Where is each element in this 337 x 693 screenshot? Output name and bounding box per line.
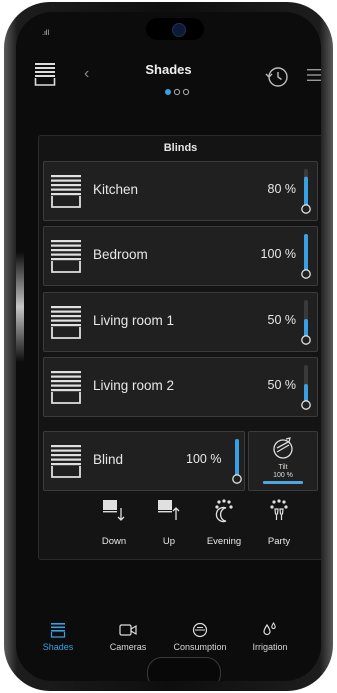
page-dot [173,88,181,96]
slider-fill [304,234,308,272]
blind-icon [50,305,82,344]
screen: .ıll ‹ Shades Blinds Kitchen 80 % Bedroo… [16,12,321,681]
history-clock-icon[interactable] [264,65,290,94]
slider-fill [304,176,308,207]
scene-up-button[interactable]: Up [144,498,194,547]
blind-row-slider[interactable] [299,167,313,220]
tilt-tile[interactable]: Tilt 100 % [248,431,318,491]
camera-lens [172,23,186,37]
blind-row[interactable]: Bedroom 100 % [43,226,318,286]
shades-icon [24,622,92,638]
slider-knob [301,269,311,279]
blind-row-label: Living room 2 [93,378,175,393]
nav-label: Irrigation [252,642,288,652]
panel-title: Blinds [163,142,198,154]
scene-label: Party [267,536,291,547]
home-indicator[interactable] [147,657,221,681]
blind-row[interactable]: Kitchen 80 % [43,161,318,221]
blind-row-value: 100 % [260,247,296,261]
scene-label: Down [101,536,127,547]
page-indicator[interactable] [164,83,190,101]
scene-label: Evening [206,536,242,547]
blind-row-label: Living room 1 [93,313,175,328]
blind-row-value: 80 % [267,182,297,196]
blind-row-label: Bedroom [93,247,148,262]
scene-down-button[interactable]: Down [89,498,139,547]
blind-icon [50,370,82,409]
nav-cameras[interactable]: Cameras [94,622,162,652]
blind-row-value: 50 % [267,313,297,327]
water-drops-icon [236,622,304,638]
blind-icon [50,444,82,483]
blind-row-slider[interactable] [299,298,313,351]
nav-consumption[interactable]: Consumption [166,622,234,652]
signal-indicator: .ıll [42,30,49,37]
meter-icon [166,622,234,638]
blind-row-label: Kitchen [93,182,139,197]
page-dot [182,88,190,96]
tilt-icon [272,437,294,466]
scene-party-button[interactable]: Party [254,498,304,547]
app-header: ‹ Shades [16,52,321,96]
tilt-label: Tilt [278,464,288,471]
blind-row[interactable]: Living room 1 50 % [43,292,318,352]
blind-label: Blind [93,452,124,467]
blind-slider[interactable] [230,437,244,490]
slider-fill [304,384,308,403]
front-camera [146,18,204,40]
blind-row[interactable]: Living room 2 50 % [43,357,318,417]
nav-irrigation[interactable]: Irrigation [236,622,304,652]
scene-label: Up [162,536,176,547]
party-scene-icon [254,498,304,524]
evening-scene-icon [199,498,249,524]
screen-edge-left [16,252,24,362]
slider-knob [301,400,311,410]
slider-knob [301,335,311,345]
nav-label: Consumption [173,642,227,652]
blind-row-slider[interactable] [299,232,313,285]
slider-fill [235,439,239,477]
blind-up-icon [144,498,194,524]
blind-down-icon [89,498,139,524]
blind-row-value: 50 % [267,378,297,392]
blinds-panel: Blinds Kitchen 80 % Bedroom 100 % Living roo… [38,135,321,560]
slider-fill [304,319,308,338]
scene-evening-button[interactable]: Evening [199,498,249,547]
blind-icon [50,239,82,278]
nav-label: Shades [42,642,74,652]
nav-shades[interactable]: Shades [24,622,92,652]
tilt-value: 100 % [273,472,293,479]
tilt-bar [263,481,303,484]
bottom-nav: Shades Cameras Consumption Irrigation [16,616,321,660]
slider-knob [301,204,311,214]
phone-frame: .ıll ‹ Shades Blinds Kitchen 80 % Bedroo… [4,2,333,691]
camera-icon [94,622,162,638]
hamburger-menu-icon[interactable] [307,68,321,87]
blind-icon [50,174,82,213]
blind-value: 100 % [186,452,222,466]
page-dot-active [165,89,171,95]
blind-tile[interactable]: Blind 100 % [43,431,245,491]
nav-label: Cameras [109,642,147,652]
slider-knob [232,474,242,484]
blind-row-slider[interactable] [299,363,313,416]
